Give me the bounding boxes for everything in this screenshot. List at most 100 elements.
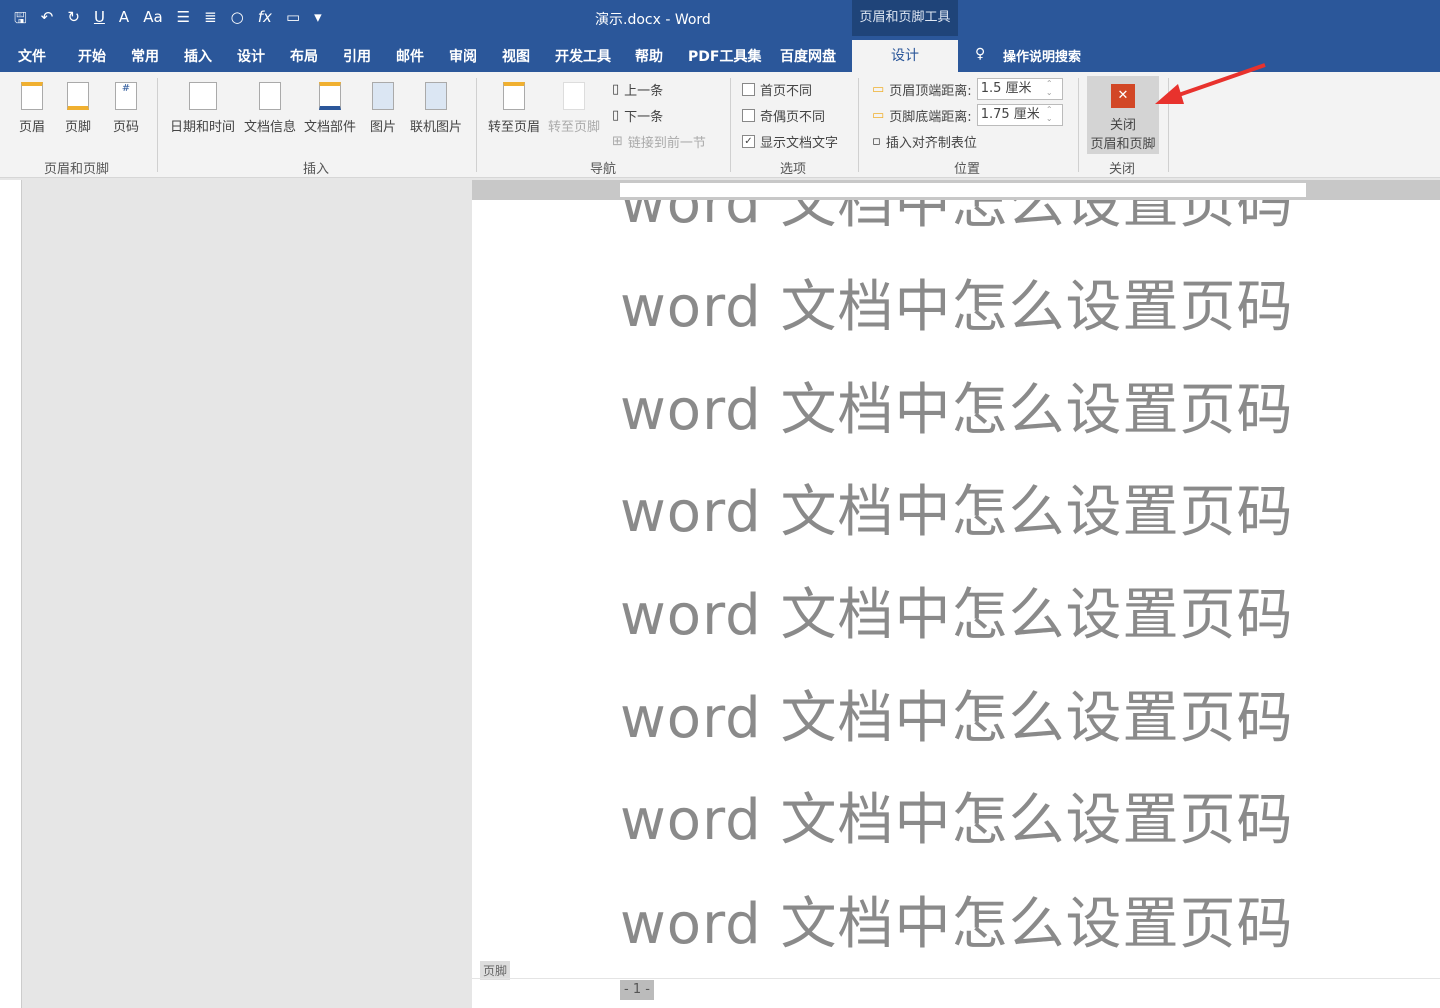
doc-parts-button[interactable]: 文档部件 [304, 82, 356, 135]
font-size-icon[interactable]: Aa [143, 8, 162, 33]
goto-footer-icon [563, 82, 585, 110]
title-bar: 🖫 ↶ ↻ U A Aa ☰ ≣ ○ fx ▭ ▾ 演示.docx - Word… [0, 0, 1440, 36]
footer-bottom-label: 页脚底端距离: [889, 109, 972, 125]
link-previous-button[interactable]: ⊞ 链接到前一节 [612, 132, 706, 151]
next-label: 下一条 [624, 110, 664, 125]
picture-label: 图片 [370, 120, 397, 135]
lightbulb-icon: ♀ [975, 46, 986, 62]
different-first-page-label: 首页不同 [760, 84, 813, 99]
list-icon[interactable]: ☰ [177, 8, 190, 33]
doc-parts-icon [319, 82, 341, 110]
divider [730, 78, 731, 172]
tab-baidu[interactable]: 百度网盘 [780, 46, 836, 66]
doc-info-button[interactable]: 文档信息 [244, 82, 296, 135]
doc-parts-label: 文档部件 [304, 120, 357, 135]
tab-insert[interactable]: 插入 [184, 46, 212, 66]
document-line: word 文档中怎么设置页码 [620, 378, 1294, 443]
doc-info-label: 文档信息 [244, 120, 297, 135]
formula-icon[interactable]: fx [258, 8, 272, 33]
previous-label: 上一条 [624, 84, 664, 99]
footer-position-icon: ▭ [872, 107, 885, 123]
footer-icon [67, 82, 89, 110]
link-icon: ⊞ [612, 134, 623, 149]
tab-review[interactable]: 审阅 [449, 46, 477, 66]
tab-file[interactable]: 文件 [18, 46, 46, 66]
tab-common[interactable]: 常用 [131, 46, 159, 66]
previous-icon: ▯ [612, 82, 620, 97]
checkbox[interactable] [742, 109, 755, 122]
header-label: 页眉 [18, 120, 45, 135]
tab-pdf[interactable]: PDF工具集 [688, 46, 761, 66]
tab-layout[interactable]: 布局 [290, 46, 318, 66]
align-icon[interactable]: ≣ [204, 8, 217, 33]
tab-help[interactable]: 帮助 [635, 46, 663, 66]
comment-icon[interactable]: ▭ [286, 8, 300, 33]
header-top-label: 页眉顶端距离: [889, 83, 972, 99]
online-picture-label: 联机图片 [410, 120, 463, 135]
odd-even-checkbox[interactable]: 奇偶页不同 [742, 106, 825, 125]
goto-header-label: 转至页眉 [488, 120, 541, 135]
footer-label: 页脚 [64, 120, 91, 135]
alignment-tab-icon: ▫ [872, 134, 881, 149]
save-icon[interactable]: 🖫 [14, 8, 27, 33]
tab-developer[interactable]: 开发工具 [555, 46, 611, 66]
tab-view[interactable]: 视图 [502, 46, 530, 66]
underline-icon[interactable]: U [94, 8, 105, 33]
close-header-footer-button[interactable]: ✕ 关闭 页眉和页脚 [1087, 76, 1159, 154]
document-line: word 文档中怎么设置页码 [620, 583, 1294, 648]
document-page[interactable]: word 文档中怎么设置页码 word 文档中怎么设置页码 word 文档中怎么… [472, 200, 1440, 1008]
online-picture-button[interactable]: 联机图片 [410, 82, 462, 135]
calendar-icon [188, 82, 217, 110]
shape-icon[interactable]: ○ [231, 8, 244, 33]
tab-references[interactable]: 引用 [343, 46, 371, 66]
tell-me-search[interactable]: 操作说明搜索 [1003, 46, 1081, 65]
doc-info-icon [259, 82, 281, 110]
tab-home[interactable]: 开始 [78, 46, 106, 66]
close-label-2: 页眉和页脚 [1090, 137, 1156, 152]
window-title: 演示.docx - Word [595, 12, 711, 28]
show-doc-text-checkbox[interactable]: ✓ 显示文档文字 [742, 132, 838, 151]
undo-icon[interactable]: ↶ [41, 8, 54, 33]
goto-footer-label: 转至页脚 [548, 120, 601, 135]
divider [858, 78, 859, 172]
font-color-icon[interactable]: A [119, 8, 129, 33]
different-first-page-checkbox[interactable]: 首页不同 [742, 80, 812, 99]
previous-button[interactable]: ▯ 上一条 [612, 80, 663, 99]
insert-alignment-tab-button[interactable]: ▫ 插入对齐制表位 [872, 132, 977, 151]
date-time-button[interactable]: 日期和时间 [170, 82, 235, 135]
header-top-input[interactable]: 1.5 厘米 [976, 78, 1063, 100]
insert-alignment-tab-label: 插入对齐制表位 [885, 136, 977, 151]
goto-header-button[interactable]: 转至页眉 [488, 82, 540, 135]
online-picture-icon [425, 82, 447, 110]
footer-divider [472, 978, 1440, 979]
close-label: 关闭 [1109, 118, 1136, 133]
footer-button[interactable]: 页脚 [62, 82, 94, 135]
header-button[interactable]: 页眉 [16, 82, 48, 135]
goto-header-icon [503, 82, 525, 110]
goto-footer-button[interactable]: 转至页脚 [548, 82, 600, 135]
next-button[interactable]: ▯ 下一条 [612, 106, 663, 125]
checkmark-icon[interactable]: ✓ [742, 135, 755, 148]
picture-button[interactable]: 图片 [370, 82, 396, 135]
tab-mailings[interactable]: 邮件 [396, 46, 424, 66]
link-previous-label: 链接到前一节 [627, 136, 706, 151]
customize-icon[interactable]: ▾ [314, 8, 322, 33]
redo-icon[interactable]: ↻ [67, 8, 80, 33]
page-number-button[interactable]: # 页码 [110, 82, 142, 135]
divider [476, 78, 477, 172]
tab-hf-design[interactable]: 设计 [852, 40, 958, 72]
checkbox[interactable] [742, 83, 755, 96]
page-number-field[interactable]: - 1 - [620, 980, 654, 1000]
footer-bottom-input[interactable]: 1.75 厘米 [976, 104, 1063, 126]
page-number-icon: # [115, 82, 137, 110]
tab-design[interactable]: 设计 [237, 46, 265, 66]
divider [1078, 78, 1079, 172]
group-position: 位置 [954, 162, 981, 177]
group-close: 关闭 [1109, 162, 1136, 177]
odd-even-label: 奇偶页不同 [760, 110, 826, 125]
close-icon: ✕ [1111, 84, 1135, 108]
horizontal-ruler[interactable] [472, 180, 1440, 200]
vertical-ruler[interactable] [0, 180, 22, 1008]
date-time-label: 日期和时间 [170, 120, 236, 135]
document-line: word 文档中怎么设置页码 [620, 788, 1294, 853]
